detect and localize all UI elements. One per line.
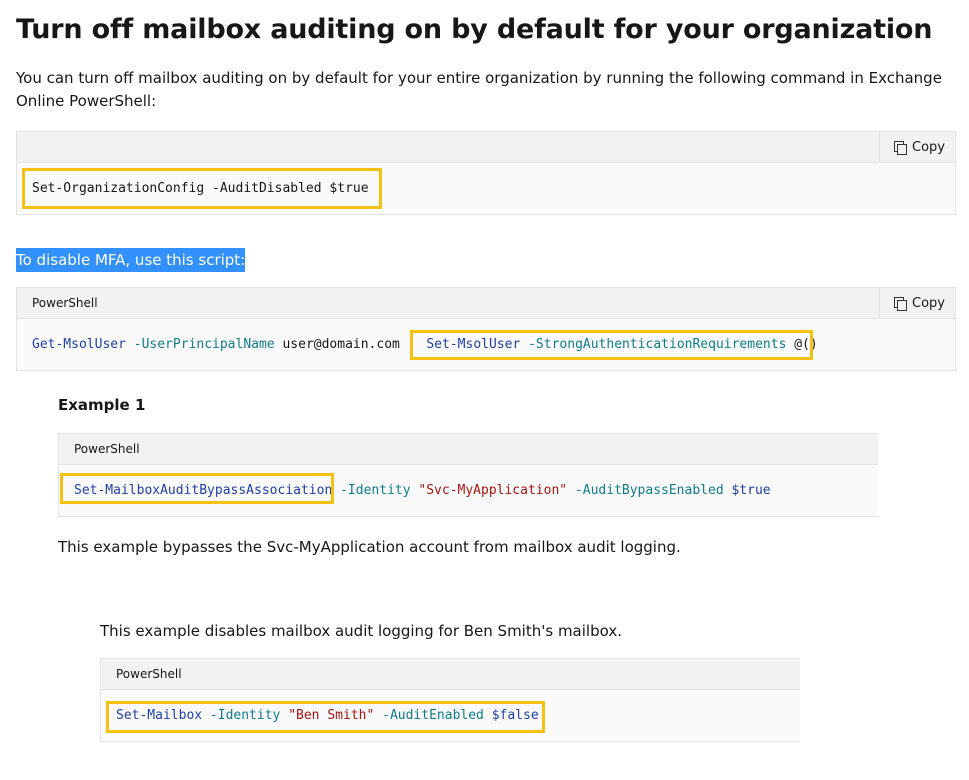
code-value: user@domain.com [282, 337, 400, 352]
code-pipe: | [407, 337, 416, 352]
copy-label: Copy [912, 295, 945, 311]
code-cmdlet: Set-MailboxAuditBypassAssociation [74, 483, 333, 498]
code-line: Set-MailboxAuditBypassAssociation -Ident… [74, 483, 771, 498]
code-block-header: PowerShell [101, 659, 800, 690]
code-block-example-1: PowerShell Set-MailboxAuditBypassAssocia… [58, 433, 878, 517]
code-block-example-2: PowerShell Set-Mailbox -Identity "Ben Sm… [100, 658, 800, 742]
copy-button[interactable]: Copy [879, 288, 955, 318]
code-value: $true [329, 181, 369, 196]
code-value: $false [491, 708, 539, 723]
code-cmdlet: Get-MsolUser [32, 337, 126, 352]
example-1-description: This example bypasses the Svc-MyApplicat… [58, 538, 681, 556]
example-2-description: This example disables mailbox audit logg… [100, 622, 622, 640]
code-parameter: -Identity [340, 483, 411, 498]
language-label: PowerShell [74, 442, 140, 456]
code-parameter: -AuditBypassEnabled [574, 483, 724, 498]
code-block-header: Copy [17, 132, 955, 163]
code-cmdlet: Set-OrganizationConfig [32, 181, 205, 196]
code-block-organization-config: Copy Set-OrganizationConfig -AuditDisabl… [16, 131, 956, 215]
copy-icon [894, 296, 908, 311]
code-cmdlet: Set-Mailbox [116, 708, 203, 723]
code-string: "Ben Smith" [288, 708, 375, 723]
code-parameter: -Identity [209, 708, 281, 723]
code-value: $true [731, 483, 771, 498]
code-line: Set-OrganizationConfig -AuditDisabled $t… [32, 181, 369, 196]
intro-paragraph: You can turn off mailbox auditing on by … [16, 69, 942, 110]
copy-button[interactable]: Copy [879, 132, 955, 162]
code-string: "Svc-MyApplication" [418, 483, 568, 498]
code-parameter: -AuditEnabled [382, 708, 484, 723]
code-block-header: PowerShell [59, 434, 878, 465]
code-line: Set-Mailbox -Identity "Ben Smith" -Audit… [116, 708, 539, 723]
code-parameter: -AuditDisabled [212, 181, 322, 196]
selected-text: To disable MFA, use this script: [16, 248, 246, 272]
copy-icon [894, 140, 908, 155]
code-block-disable-mfa: PowerShell Copy Get-MsolUser -UserPrinci… [16, 287, 956, 371]
code-line: Get-MsolUser -UserPrincipalName user@dom… [32, 337, 818, 352]
language-label: PowerShell [116, 667, 182, 681]
code-block-header: PowerShell Copy [17, 288, 955, 319]
code-cmdlet: Set-MsolUser [426, 337, 521, 352]
example-heading: Example 1 [58, 396, 146, 414]
page-title: Turn off mailbox auditing on by default … [16, 14, 933, 45]
code-parameter: -StrongAuthenticationRequirements [528, 337, 787, 352]
code-parameter: -UserPrincipalName [133, 337, 275, 352]
copy-label: Copy [912, 139, 945, 155]
language-label: PowerShell [32, 296, 98, 310]
code-value: @() [794, 337, 818, 352]
